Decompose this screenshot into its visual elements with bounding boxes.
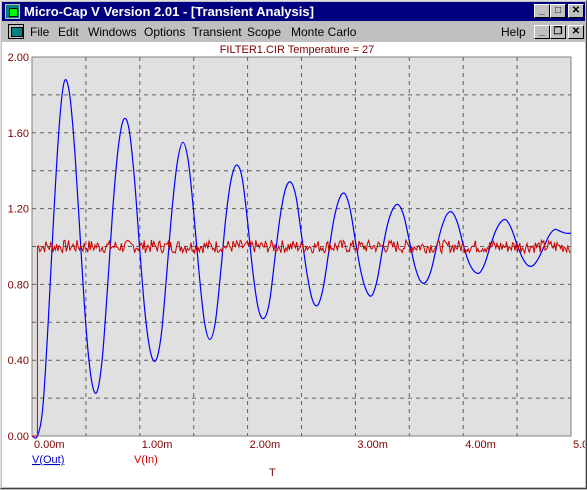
restore-icon: ❐ bbox=[553, 26, 563, 37]
legend-vout[interactable]: V(Out) bbox=[32, 454, 64, 466]
y-axis-ticks: 0.00 0.40 0.80 1.20 1.60 2.00 bbox=[8, 52, 29, 443]
title-bar[interactable]: Micro-Cap V Version 2.01 - [Transient An… bbox=[2, 2, 585, 21]
menu-help[interactable]: Help bbox=[501, 25, 526, 39]
doc-minimize-button[interactable]: _ bbox=[534, 25, 550, 39]
window-title: Micro-Cap V Version 2.01 - [Transient An… bbox=[24, 4, 314, 19]
legend-vin[interactable]: V(In) bbox=[134, 454, 158, 466]
y-tick-label: 0.40 bbox=[8, 355, 29, 367]
y-tick-label: 1.20 bbox=[8, 204, 29, 216]
close-button[interactable]: ✕ bbox=[568, 4, 584, 18]
plot-window: FILTER1.CIR Temperature = 27 0.00 0.40 0.8… bbox=[2, 42, 587, 487]
y-tick-label: 2.00 bbox=[8, 52, 29, 64]
x-axis-title: T bbox=[269, 467, 276, 479]
y-tick-label: 0.00 bbox=[8, 431, 29, 443]
x-tick-label: 4.00m bbox=[465, 439, 496, 451]
x-tick-label: 5.00m bbox=[573, 439, 585, 451]
doc-restore-button[interactable]: ❐ bbox=[550, 25, 566, 39]
minimize-button[interactable]: _ bbox=[534, 4, 550, 18]
y-tick-label: 0.80 bbox=[8, 279, 29, 291]
app-icon[interactable] bbox=[5, 4, 20, 19]
plot-heading: FILTER1.CIR Temperature = 27 bbox=[220, 44, 375, 56]
menu-bar: File Edit Windows Options Transient Scop… bbox=[2, 22, 585, 42]
y-tick-label: 1.60 bbox=[8, 128, 29, 140]
menu-file[interactable]: File bbox=[30, 25, 49, 39]
minimize-icon: _ bbox=[539, 5, 545, 16]
maximize-button[interactable]: □ bbox=[550, 4, 566, 18]
menu-options[interactable]: Options bbox=[144, 25, 185, 39]
x-axis-ticks: 0.00m 1.00m 2.00m 3.00m 4.00m 5.00m bbox=[34, 439, 587, 451]
transient-chart[interactable]: FILTER1.CIR Temperature = 27 0.00 0.40 0.8… bbox=[2, 42, 587, 487]
menu-transient[interactable]: Transient bbox=[192, 25, 242, 39]
x-tick-label: 0.00m bbox=[34, 439, 65, 451]
doc-minimize-icon: _ bbox=[539, 26, 545, 37]
document-icon[interactable] bbox=[8, 24, 24, 39]
x-tick-label: 2.00m bbox=[250, 439, 281, 451]
doc-close-icon: ✕ bbox=[571, 26, 581, 37]
menu-monte-carlo[interactable]: Monte Carlo bbox=[291, 25, 356, 39]
menu-windows[interactable]: Windows bbox=[88, 25, 137, 39]
maximize-icon: □ bbox=[554, 5, 562, 16]
close-icon: ✕ bbox=[571, 5, 581, 16]
menu-edit[interactable]: Edit bbox=[58, 25, 79, 39]
x-tick-label: 1.00m bbox=[142, 439, 173, 451]
doc-close-button[interactable]: ✕ bbox=[568, 25, 584, 39]
menu-scope[interactable]: Scope bbox=[247, 25, 281, 39]
x-tick-label: 3.00m bbox=[357, 439, 388, 451]
